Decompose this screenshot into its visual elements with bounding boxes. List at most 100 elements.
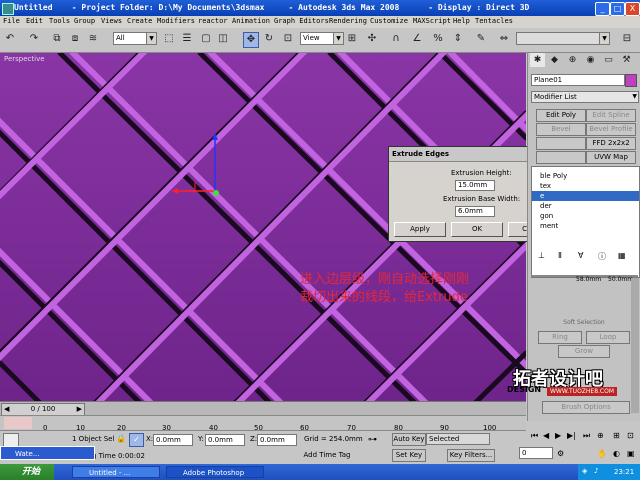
edit-spline-button[interactable]: Edit Spline (586, 109, 636, 122)
prev-key-icon[interactable]: ◀ (543, 431, 549, 440)
start-button[interactable]: 开始 (0, 464, 54, 480)
stack-item-border[interactable]: der (532, 201, 639, 211)
maximize-viewport-icon[interactable]: ▣ (627, 449, 635, 458)
grow-button[interactable]: Grow (558, 345, 610, 358)
absolute-mode-icon[interactable]: ✓ (129, 433, 144, 447)
menu-group[interactable]: Group (74, 17, 95, 25)
bevel-profile-button[interactable]: Bevel Profile (586, 123, 636, 136)
hierarchy-tab-icon[interactable]: ⊕ (565, 53, 580, 67)
stack-item-element[interactable]: ment (532, 221, 639, 231)
ime-toolbar[interactable]: Wate... (0, 446, 95, 460)
menu-graph-editors[interactable]: Graph Editors (274, 17, 329, 25)
motion-tab-icon[interactable]: ◉ (583, 53, 598, 67)
pan-icon[interactable]: ✋ (597, 449, 607, 458)
minimize-button[interactable]: _ (595, 2, 610, 16)
modifier-list-dropdown[interactable]: Modifier List ▼ (531, 91, 639, 103)
bind-spacewarp-icon[interactable]: ≋ (86, 32, 100, 46)
maxscript-listener-icon[interactable] (3, 433, 19, 447)
next-frame-icon[interactable]: ▶ (77, 404, 82, 415)
snap-icon[interactable]: ∩ (389, 32, 403, 46)
reference-coord-dropdown[interactable]: View ▼ (300, 32, 344, 45)
display-tab-icon[interactable]: ▭ (601, 53, 616, 67)
soft-selection-rollout[interactable]: Soft Selection (534, 318, 634, 327)
uvw-left-button[interactable] (536, 151, 586, 164)
y-coordinate-field[interactable]: 0.0mm (205, 434, 245, 446)
menu-file[interactable]: File (3, 17, 20, 25)
angle-snap-icon[interactable]: ∠ (410, 32, 424, 46)
play-icon[interactable]: ▶ (555, 431, 561, 440)
rollout-selection[interactable] (534, 290, 634, 299)
stack-item-edge[interactable]: e (532, 191, 639, 201)
link-icon[interactable]: ⧉ (50, 32, 64, 46)
track-bar[interactable]: 0 10 20 30 40 50 60 70 80 90 100 (0, 415, 526, 432)
apply-button[interactable]: Apply (394, 222, 446, 237)
zoom-all-icon[interactable]: ⊞ (613, 431, 620, 440)
auto-key-button[interactable]: Auto Key (392, 433, 426, 446)
percent-snap-icon[interactable]: % (431, 32, 445, 46)
current-frame-field[interactable]: 0 (519, 447, 553, 459)
window-crossing-icon[interactable]: ◫ (216, 32, 230, 46)
extrusion-height-field[interactable]: 15.0mm (455, 180, 495, 191)
rotate-icon[interactable]: ↻ (262, 32, 276, 46)
key-filter-dropdown[interactable]: Selected (426, 433, 490, 445)
key-icon[interactable]: ⊶ (368, 435, 377, 445)
tray-network-icon[interactable]: ◈ (582, 467, 587, 475)
stack-item-polygon[interactable]: gon (532, 211, 639, 221)
align-icon[interactable]: ⊟ (620, 32, 634, 46)
zoom-icon[interactable]: ⊕ (597, 431, 604, 440)
menu-create[interactable]: Create (127, 17, 152, 25)
time-slider[interactable]: ◀ 0 / 100 ▶ (0, 401, 526, 416)
object-name-field[interactable]: Plane01 (531, 74, 625, 86)
maximize-button[interactable]: □ (610, 2, 625, 16)
stack-item-editable-poly[interactable]: ble Poly (532, 171, 639, 181)
selection-filter-dropdown[interactable]: All ▼ (113, 32, 157, 45)
menu-animation[interactable]: Animation (232, 17, 270, 25)
menu-modifiers[interactable]: Modifiers (157, 17, 195, 25)
select-object-icon[interactable]: ⬚ (162, 32, 176, 46)
undo-icon[interactable]: ↶ (3, 32, 17, 46)
named-selection-icon[interactable]: ✎ (474, 32, 488, 46)
pin-stack-icon[interactable]: ⊥ (538, 251, 545, 260)
ok-button[interactable]: OK (451, 222, 503, 237)
menu-tentacles[interactable]: Tentacles (475, 17, 513, 25)
taskbar-item-photoshop[interactable]: Adobe Photoshop (166, 466, 264, 478)
mirror-icon[interactable]: ⇔ (497, 32, 511, 46)
make-unique-icon[interactable]: ∀ (578, 251, 583, 260)
pivot-icon[interactable]: ⊞ (345, 32, 359, 46)
taskbar-item-3dsmax[interactable]: Untitled - ... (72, 466, 160, 478)
goto-start-icon[interactable]: ⏮ (531, 431, 538, 441)
menu-edit[interactable]: Edit (26, 17, 43, 25)
time-config-icon[interactable]: ⚙ (557, 449, 564, 458)
bevel-button[interactable]: Bevel (536, 123, 586, 136)
loop-button[interactable]: Loop (586, 331, 630, 344)
z-coordinate-field[interactable]: 0.0mm (257, 434, 297, 446)
select-manipulate-icon[interactable]: ✣ (365, 32, 379, 46)
ffd-2x2x2-button[interactable]: FFD 2x2x2 (586, 137, 636, 150)
zoom-extents-icon[interactable]: ⊡ (627, 431, 634, 440)
menu-rendering[interactable]: Rendering (329, 17, 367, 25)
create-tab-icon[interactable]: ✱ (530, 53, 545, 67)
ring-button[interactable]: Ring (538, 331, 582, 344)
object-color-swatch[interactable] (625, 74, 637, 87)
viewport-label[interactable]: Perspective (4, 55, 45, 63)
menu-maxscript[interactable]: MAXScript (413, 17, 451, 25)
set-key-button[interactable]: Set Key (392, 449, 426, 462)
key-filters-button[interactable]: Key Filters... (447, 449, 495, 462)
x-coordinate-field[interactable]: 0.0mm (153, 434, 193, 446)
select-by-name-icon[interactable]: ☰ (180, 32, 194, 46)
modify-tab-icon[interactable]: ◆ (547, 53, 562, 67)
utilities-tab-icon[interactable]: ⚒ (619, 53, 634, 67)
configure-sets-icon[interactable]: ▦ (618, 251, 626, 260)
app-icon[interactable] (2, 3, 14, 15)
prev-frame-icon[interactable]: ◀ (4, 404, 9, 415)
close-button[interactable]: X (625, 2, 640, 16)
stack-item-vertex[interactable]: tex (532, 181, 639, 191)
spinner-snap-icon[interactable]: ⇕ (451, 32, 465, 46)
region-select-icon[interactable]: ▢ (199, 32, 213, 46)
menu-reactor[interactable]: reactor (198, 17, 228, 25)
move-icon[interactable]: ✥ (243, 32, 259, 48)
uvw-map-button[interactable]: UVW Map (586, 151, 636, 164)
show-end-result-icon[interactable]: Ⅱ (558, 251, 562, 260)
next-key-icon[interactable]: ▶| (567, 431, 576, 440)
menu-customize[interactable]: Customize (370, 17, 408, 25)
